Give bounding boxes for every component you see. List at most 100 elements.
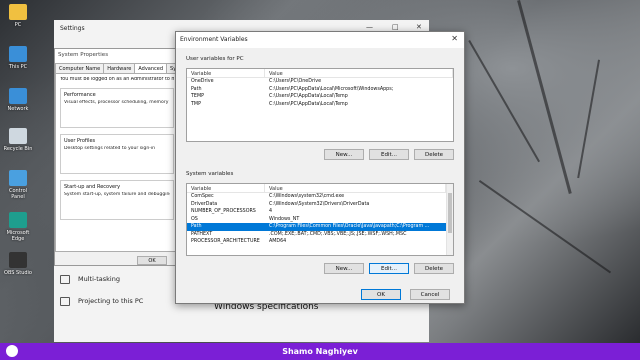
minimize-icon[interactable]: — [366,23,373,31]
table-row[interactable]: Path C:\Program Files\Common Files\Oracle… [187,223,446,231]
group-title: Performance [64,92,96,98]
system-variables-scrollbar[interactable] [446,184,453,255]
maximize-icon[interactable]: □ [392,23,399,31]
group-title: User Profiles [64,138,96,144]
group-desc: Desktop settings related to your sign-in [64,146,156,151]
desktop-icon[interactable]: Control Panel [2,170,34,200]
user-edit-button[interactable]: Edit... [369,149,409,160]
startup-recovery-group: Start-up and Recovery System start-up, s… [60,180,174,220]
desktop-icon-label: Recycle Bin [3,146,33,152]
system-new-button[interactable]: New... [324,263,364,274]
table-row[interactable]: PATHEXT .COM;.EXE;.BAT;.CMD;.VBS;.VBE;.JS… [187,231,446,239]
user-variables-label: User variables for PC [186,56,244,62]
table-row[interactable]: ComSpec C:\Windows\system32\cmd.exe [187,193,446,201]
table-row[interactable]: TMP C:\Users\PC\AppData\Local\Temp [187,101,453,109]
variable-value-cell: C:\Windows\System32\Drivers\DriverData [269,201,370,207]
table-row[interactable]: PROCESSOR_ARCHITECTURE AMD64 [187,238,446,246]
project-icon [60,296,70,306]
desktop-icon-glyph-icon [9,252,27,268]
desktop-icon-glyph-icon [9,4,27,20]
table-row[interactable]: DriverData C:\Windows\System32\Drivers\Dr… [187,201,446,209]
variable-value-cell: C:\Users\PC\OneDrive [269,79,322,84]
user-delete-button[interactable]: Delete [414,149,454,160]
variable-name-cell: DriverData [191,201,218,207]
desktop-icon-glyph-icon [9,88,27,104]
system-edit-button[interactable]: Edit... [369,263,409,274]
desktop-icon-label: PC [14,22,22,28]
scrollbar-thumb[interactable] [448,193,452,233]
variable-value-cell: C:\Users\PC\AppData\Local\Temp [269,94,348,99]
variable-name-cell: PROCESSOR_ARCHITECTURE [191,239,260,244]
desktop-icon-label: Control Panel [8,188,28,200]
variable-name-cell: TMP [191,101,201,107]
system-variables-label: System variables [186,171,234,177]
desktop-icon-label: Network [7,106,29,112]
desktop-icon-label: OBS Studio [4,270,32,276]
desktop-icon-label: Microsoft Edge [6,230,30,242]
table-row[interactable]: OS Windows_NT [187,216,446,224]
column-value[interactable]: Value [265,69,453,77]
variable-value-cell: C:\Users\PC\AppData\Local\Microsoft\Wind… [269,86,394,92]
group-desc: Visual effects, processor scheduling, me… [64,100,170,105]
column-variable[interactable]: Variable [187,69,265,77]
multitask-icon [60,274,70,284]
close-icon[interactable]: ✕ [416,23,422,31]
table-row[interactable]: OneDrive C:\Users\PC\OneDrive [187,78,453,86]
system-variable-rows: ComSpec C:\Windows\system32\cmd.exe Driver… [187,193,446,246]
variable-value-cell: AMD64 [269,239,287,244]
presenter-banner: Shamo Naghiyev [0,343,640,360]
table-row[interactable]: NUMBER_OF_PROCESSORS 4 [187,208,446,216]
system-properties-title: System Properties [55,49,179,63]
variable-value-cell: Windows_NT [269,216,300,222]
desktop-icon[interactable]: This PC [2,46,34,70]
desktop-icon[interactable]: PC [2,4,34,28]
environment-variables-dialog: Environment Variables ✕ User variables f… [175,31,465,304]
user-variable-rows: OneDrive C:\Users\PC\OneDrive Path C:\Users… [187,78,453,108]
close-icon[interactable]: ✕ [451,34,458,43]
system-variables-table: Variable Value ComSpec C:\Windows\system3… [186,183,454,256]
env-cancel-button[interactable]: Cancel [410,289,450,300]
user-new-button[interactable]: New... [324,149,364,160]
tab-computer-name[interactable]: Computer Name [55,63,105,73]
env-dialog-title: Environment Variables [176,32,464,48]
table-header: Variable Value [187,69,453,78]
variable-value-cell: C:\Program Files\Common Files\Oracle\Jav… [269,224,430,229]
desktop-icon-glyph-icon [9,128,27,144]
system-delete-button[interactable]: Delete [414,263,454,274]
system-properties-ok-button[interactable]: OK [137,256,167,265]
column-value[interactable]: Value [265,184,446,192]
desktop-icon-glyph-icon [9,170,27,186]
variable-name-cell: OS [191,216,198,222]
desktop-icon-glyph-icon [9,212,27,228]
table-row[interactable]: Path C:\Users\PC\AppData\Local\Microsoft\… [187,86,453,94]
table-row[interactable]: TEMP C:\Users\PC\AppData\Local\Temp [187,93,453,101]
variable-name-cell: PATHEXT [191,231,213,237]
presenter-name: Shamo Naghiyev [282,347,358,356]
env-ok-button[interactable]: OK [361,289,401,300]
table-header: Variable Value [187,184,446,193]
user-profiles-group: User Profiles Desktop settings related t… [60,134,174,174]
variable-name-cell: Path [191,86,202,92]
variable-value-cell: C:\Users\PC\AppData\Local\Temp [269,101,348,107]
variable-value-cell: .COM;.EXE;.BAT;.CMD;.VBS;.VBE;.JS;.JSE;.… [269,231,407,237]
desktop-icon-glyph-icon [9,46,27,62]
desktop-icon[interactable]: Recycle Bin [2,128,34,152]
desktop-icon-label: This PC [8,64,28,70]
user-variables-table: Variable Value OneDrive C:\Users\PC\OneDr… [186,68,454,142]
group-desc: System start-up, system failure and debu… [64,192,170,197]
system-properties-dialog: System Properties Computer Name Hardware… [54,48,193,266]
tab-hardware[interactable]: Hardware [103,63,136,73]
variable-value-cell: 4 [269,209,273,214]
column-variable[interactable]: Variable [187,184,265,192]
group-title: Start-up and Recovery [64,184,121,190]
presenter-logo-icon [6,345,18,357]
admin-note: You must be logged on as an Administrato… [60,77,174,82]
tab-advanced[interactable]: Advanced [134,63,168,73]
variable-name-cell: NUMBER_OF_PROCESSORS [191,209,256,214]
variable-name-cell: OneDrive [191,79,214,84]
desktop-icon[interactable]: OBS Studio [2,252,34,276]
nav-item-label: Projecting to this PC [78,297,144,305]
desktop-icon[interactable]: Network [2,88,34,112]
system-properties-tabs: Computer Name Hardware Advanced System [55,63,193,74]
desktop-icon[interactable]: Microsoft Edge [2,212,34,242]
